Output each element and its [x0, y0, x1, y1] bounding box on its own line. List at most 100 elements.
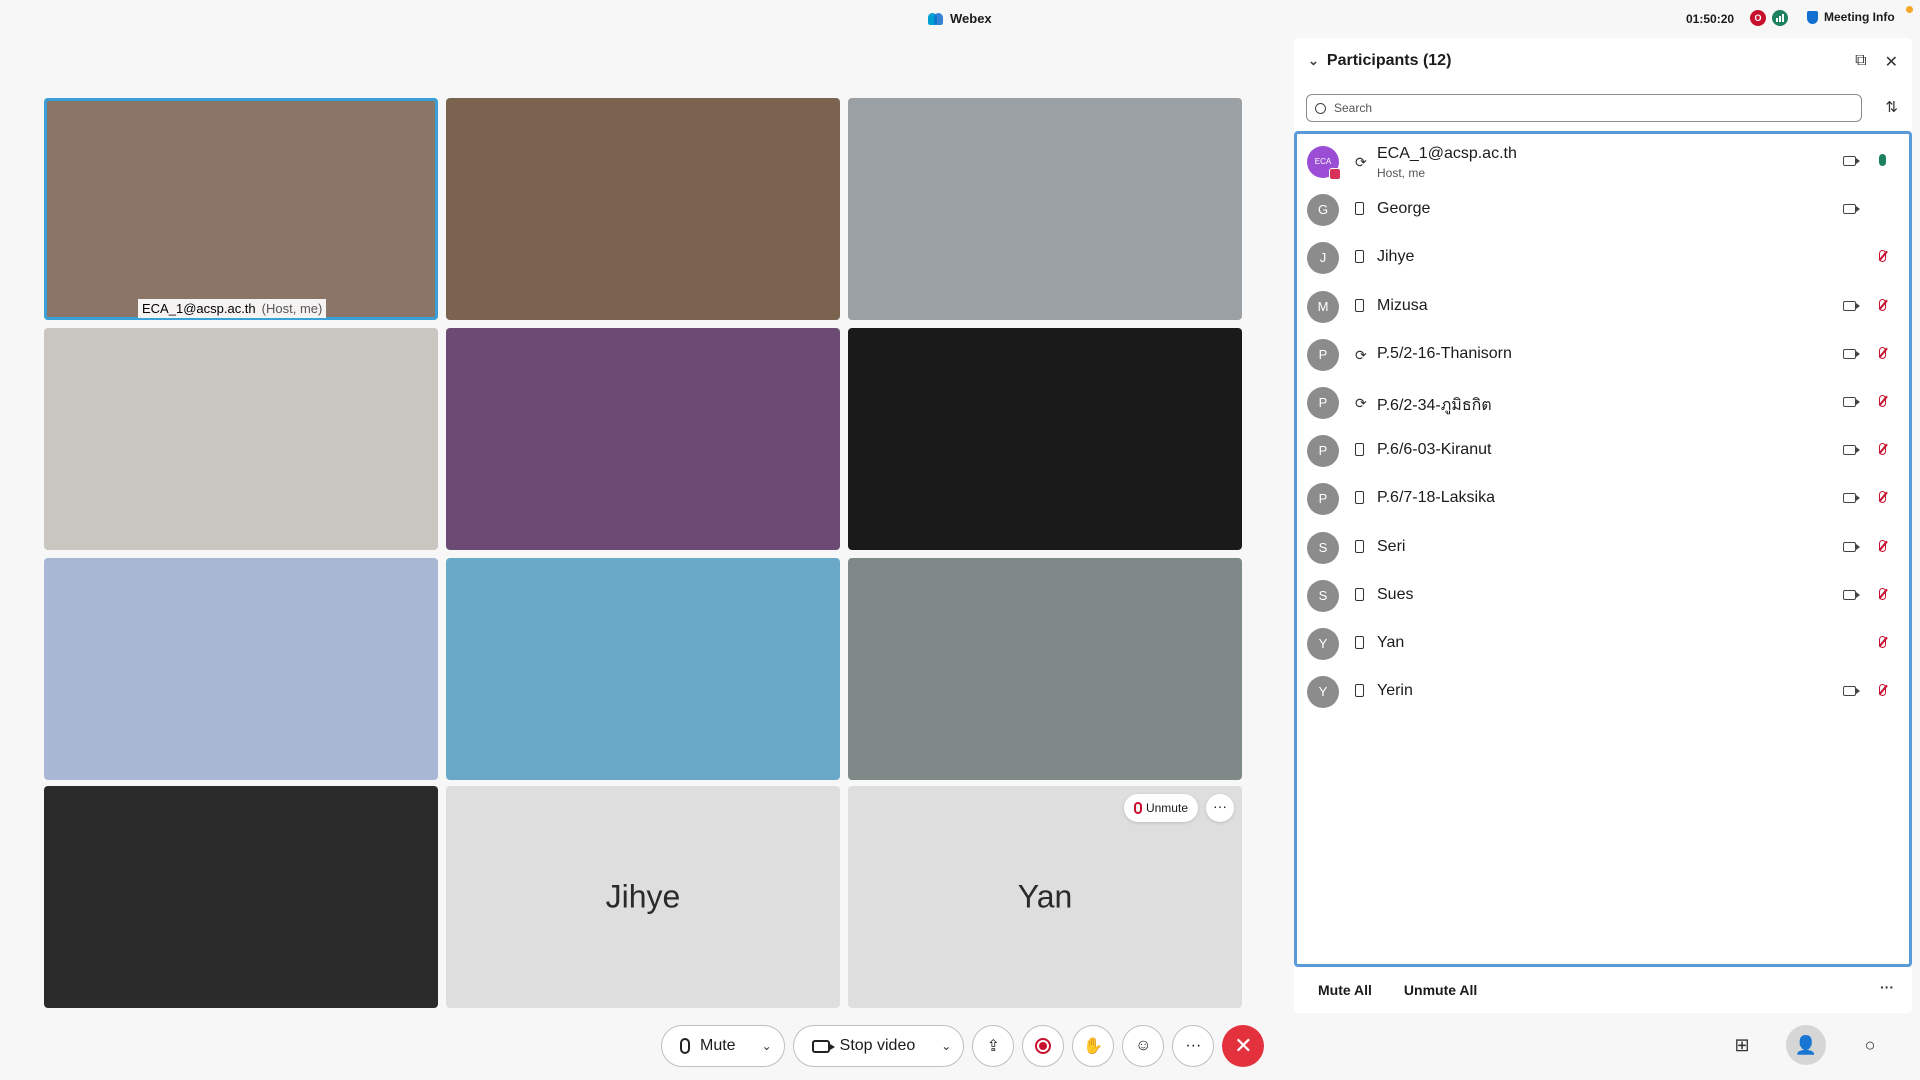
- participant-name: P.6/2-34-ภูมิธกิต: [1377, 397, 1492, 414]
- mic-on-icon[interactable]: [1879, 154, 1886, 166]
- panel-footer: Mute All Unmute All ···: [1294, 967, 1912, 1013]
- reactions-button[interactable]: ☺: [1122, 1025, 1165, 1067]
- mic-muted-icon[interactable]: [1879, 443, 1886, 456]
- participant-row[interactable]: P P.6/7-18-Laksika: [1297, 475, 1909, 523]
- mic-muted-icon[interactable]: [1879, 395, 1886, 407]
- share-screen-button[interactable]: ⇪: [972, 1025, 1015, 1067]
- video-camera-icon[interactable]: [1843, 686, 1860, 697]
- close-icon[interactable]: ✕: [1885, 52, 1898, 72]
- apps-button[interactable]: ⊞: [1722, 1025, 1762, 1065]
- video-tile[interactable]: [848, 328, 1242, 550]
- chevron-down-icon[interactable]: ⌄: [941, 1039, 951, 1053]
- network-stats-icon[interactable]: [1772, 10, 1788, 26]
- video-tile-yan[interactable]: Yan Unmute ···: [848, 786, 1242, 1008]
- chat-icon: ○: [1864, 1034, 1876, 1055]
- video-camera-icon[interactable]: [1843, 589, 1860, 600]
- title-bar: Webex 01:50:20 O Meeting Info: [0, 0, 1920, 38]
- sync-icon: ⟳: [1355, 154, 1367, 170]
- video-tile[interactable]: [44, 786, 438, 1008]
- video-camera-icon[interactable]: [1843, 300, 1860, 311]
- end-call-button[interactable]: ✕: [1222, 1025, 1265, 1067]
- mic-muted-icon[interactable]: [1879, 346, 1886, 359]
- mic-muted-icon[interactable]: [1879, 491, 1886, 504]
- stop-video-button[interactable]: Stop video ⌄: [792, 1025, 965, 1067]
- participant-row[interactable]: M Mizusa: [1297, 283, 1909, 331]
- video-tile[interactable]: [446, 558, 840, 780]
- participant-row[interactable]: S Seri: [1297, 524, 1909, 572]
- pop-out-icon[interactable]: ⧉: [1855, 52, 1866, 72]
- avatar: ECA: [1307, 146, 1341, 180]
- participant-name: George: [1377, 200, 1431, 218]
- avatar: P: [1307, 338, 1339, 371]
- panel-header: ⌄ Participants (12): [1308, 52, 1451, 70]
- video-tile[interactable]: [446, 98, 840, 320]
- participant-row[interactable]: J Jihye: [1297, 234, 1909, 282]
- video-camera-icon[interactable]: [1843, 541, 1860, 552]
- tile-label-name: ECA_1@acsp.ac.th: [142, 301, 256, 316]
- video-camera-icon[interactable]: [1843, 397, 1860, 407]
- panel-more-button[interactable]: ···: [1880, 979, 1894, 995]
- participant-search-input[interactable]: Search: [1306, 94, 1862, 122]
- raise-hand-button[interactable]: ✋: [1072, 1025, 1115, 1067]
- participant-row[interactable]: P ⟳ P.5/2-16-Thanisorn: [1297, 331, 1909, 379]
- app-name: Webex: [950, 11, 992, 26]
- meeting-info-label: Meeting Info: [1824, 10, 1895, 24]
- video-camera-icon[interactable]: [1843, 493, 1860, 504]
- mute-label: Mute: [700, 1037, 736, 1054]
- tile-more-button[interactable]: ···: [1206, 794, 1234, 822]
- avatar: S: [1307, 579, 1339, 612]
- search-placeholder: Search: [1334, 101, 1373, 115]
- participant-row[interactable]: Y Yerin: [1297, 668, 1909, 716]
- participants-button[interactable]: 👤: [1786, 1025, 1826, 1065]
- participant-row[interactable]: ECA ⟳ ECA_1@acsp.ac.th Host, me: [1297, 138, 1909, 186]
- video-tile-jihye[interactable]: Jihye: [446, 786, 840, 1008]
- sort-icon[interactable]: ⇅: [1885, 98, 1898, 116]
- participant-row[interactable]: Y Yan: [1297, 620, 1909, 668]
- tile-unmute-button[interactable]: Unmute: [1123, 794, 1198, 822]
- video-tile[interactable]: [446, 328, 840, 550]
- video-camera-icon[interactable]: [1843, 204, 1860, 215]
- chevron-down-icon[interactable]: ⌄: [1308, 53, 1319, 69]
- video-camera-icon[interactable]: [1843, 445, 1860, 456]
- participant-row[interactable]: P ⟳ P.6/2-34-ภูมิธกิต: [1297, 379, 1909, 427]
- mic-muted-icon[interactable]: [1879, 250, 1886, 263]
- video-camera-icon[interactable]: [1843, 156, 1860, 166]
- tile-name-label: ECA_1@acsp.ac.th (Host, me): [138, 299, 327, 318]
- webex-logo-icon: [928, 12, 944, 25]
- video-tile[interactable]: [44, 558, 438, 780]
- participant-row[interactable]: S Sues: [1297, 572, 1909, 620]
- mic-muted-icon[interactable]: [1879, 298, 1886, 311]
- video-tile-host[interactable]: ECA_1@acsp.ac.th (Host, me): [44, 98, 438, 320]
- chat-button[interactable]: ○: [1850, 1025, 1890, 1065]
- phone-icon: [1355, 636, 1364, 649]
- chevron-down-icon[interactable]: ⌄: [762, 1039, 772, 1053]
- participant-row[interactable]: P P.6/6-03-Kiranut: [1297, 427, 1909, 475]
- tile-participant-name: Jihye: [605, 878, 681, 915]
- record-button[interactable]: [1022, 1025, 1065, 1067]
- unmute-all-button[interactable]: Unmute All: [1404, 982, 1477, 998]
- sync-icon: ⟳: [1355, 346, 1367, 363]
- meeting-info-button[interactable]: Meeting Info: [1807, 10, 1895, 24]
- more-panels-button[interactable]: ···: [1914, 1025, 1920, 1065]
- recording-indicator-icon[interactable]: O: [1750, 10, 1766, 26]
- participant-name: Sues: [1377, 585, 1414, 603]
- phone-icon: [1355, 684, 1364, 698]
- mute-button[interactable]: Mute ⌄: [661, 1025, 785, 1067]
- video-tile[interactable]: [44, 328, 438, 550]
- tile-participant-name: Yan: [1017, 878, 1073, 915]
- mic-muted-icon[interactable]: [1879, 587, 1886, 600]
- participant-row[interactable]: G George: [1297, 186, 1909, 234]
- video-tile[interactable]: [848, 98, 1242, 320]
- mute-all-button[interactable]: Mute All: [1318, 982, 1372, 998]
- video-tile[interactable]: [848, 558, 1242, 780]
- video-camera-icon[interactable]: [1843, 348, 1860, 359]
- avatar: P: [1307, 387, 1339, 419]
- mic-muted-icon[interactable]: [1879, 539, 1886, 552]
- avatar: J: [1307, 242, 1339, 275]
- mic-muted-icon[interactable]: [1879, 636, 1886, 648]
- participant-name: Yerin: [1377, 682, 1413, 700]
- mic-muted-icon[interactable]: [1879, 684, 1886, 697]
- participant-name: Seri: [1377, 537, 1406, 555]
- search-icon: [1315, 102, 1326, 114]
- more-options-button[interactable]: ···: [1172, 1025, 1215, 1067]
